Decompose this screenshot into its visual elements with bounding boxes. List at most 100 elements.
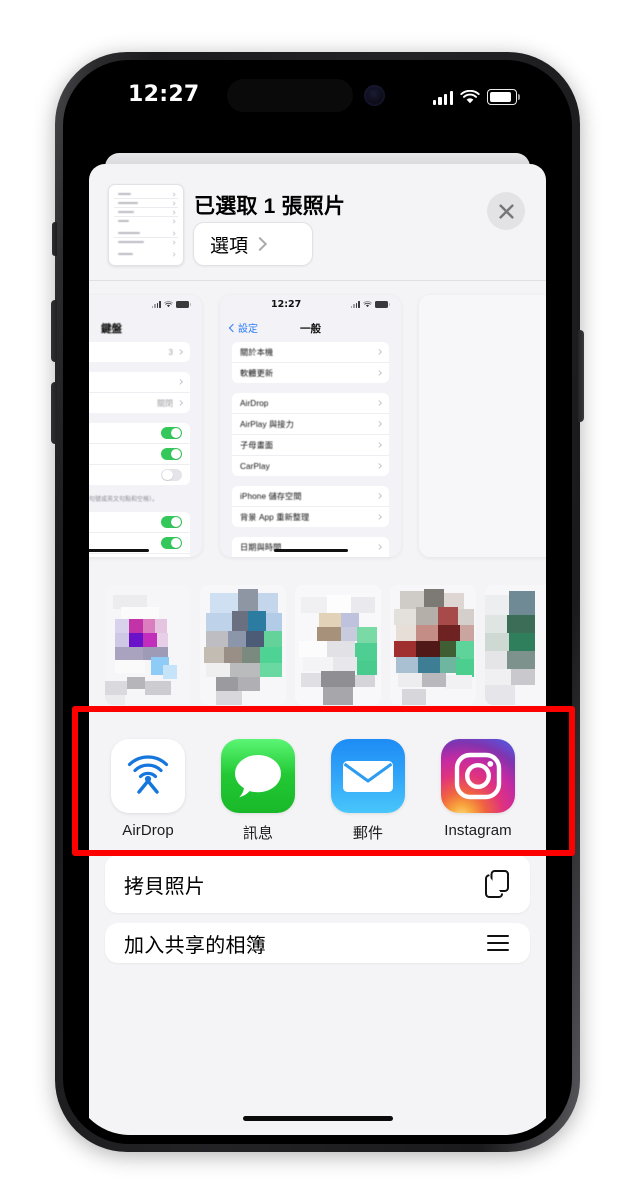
list-item: CarPlay (232, 456, 389, 476)
page-title: 已選取 1 張照片 (194, 195, 346, 218)
list-item (89, 444, 190, 465)
chevron-right-icon (375, 543, 382, 551)
action-label: 加入共享的相簿 (124, 934, 267, 957)
action-shared-album[interactable]: 加入共享的相簿 (105, 923, 530, 963)
preview-nav-bar: 鍵盤 (89, 316, 202, 342)
thumbnail-5[interactable] (485, 585, 546, 705)
share-targets-row[interactable]: AirDrop 訊息 郵件 Instagram (89, 719, 546, 875)
toggle-switch[interactable] (161, 426, 182, 440)
list-item: 子母畫面 (232, 435, 389, 456)
volume-up-button[interactable] (51, 300, 57, 362)
instagram-icon (441, 739, 515, 813)
thumbnail-3[interactable] (295, 585, 381, 705)
dynamic-island (227, 79, 353, 112)
action-card: 拷貝照片 (105, 855, 530, 913)
list-item-label: 軟體更新 (240, 369, 274, 378)
status-bar: 12:27 (72, 69, 563, 123)
preview-card-right[interactable] (419, 295, 546, 557)
share-target-label: AirDrop (122, 822, 174, 839)
status-bar-indicators (432, 85, 521, 105)
power-button[interactable] (578, 330, 584, 422)
toggle-switch[interactable] (161, 515, 182, 529)
mail-icon (331, 739, 405, 813)
list-item-value: 關閉 (157, 398, 173, 408)
status-bar-time: 12:27 (128, 82, 200, 107)
thumbnail-2[interactable] (200, 585, 286, 705)
mute-switch[interactable] (52, 222, 57, 256)
chevron-right-icon (375, 399, 382, 407)
photo-thumbnail[interactable] (108, 184, 184, 266)
list-item-label: AirDrop (240, 398, 269, 408)
list-item: AirDrop (232, 393, 389, 414)
share-target-label: Instagram (444, 822, 512, 839)
preview-carousel[interactable]: 鍵盤 3 盤關閉 符號 將輸入句號（中文句號或英文句點和空格） (89, 281, 546, 571)
wifi-icon (363, 301, 372, 308)
home-indicator (89, 548, 149, 552)
list-item-label: 背景 App 重新整理 (240, 513, 310, 522)
share-target-airdrop[interactable]: AirDrop (111, 739, 185, 839)
preview-status-time: 12:27 (271, 299, 302, 310)
list-item (89, 372, 190, 393)
chevron-right-icon (375, 420, 382, 428)
home-indicator (273, 548, 348, 552)
toggle-switch[interactable] (161, 468, 182, 482)
chevron-right-icon (375, 513, 382, 521)
options-button-label: 選項 (210, 235, 249, 257)
chevron-right-icon (176, 348, 183, 356)
settings-group: AirDrop AirPlay 與接力 子母畫面 CarPlay (232, 393, 389, 476)
cellular-signal-icon (432, 90, 453, 105)
preview-status-bar (89, 295, 202, 316)
settings-group: 盤關閉 (89, 372, 190, 413)
share-target-mail[interactable]: 郵件 (331, 739, 405, 843)
volume-down-button[interactable] (51, 382, 57, 444)
share-target-instagram[interactable]: Instagram (441, 739, 515, 839)
thumbnail-4[interactable] (390, 585, 476, 705)
list-item-label: 關於本機 (240, 348, 274, 357)
share-sheet-header: 已選取 1 張照片 選項 (89, 164, 546, 281)
list-item-label: CarPlay (240, 461, 270, 471)
action-list: 拷貝照片 加入共享的相簿 (89, 855, 546, 973)
wifi-icon (164, 301, 173, 308)
settings-group: 符號 (89, 423, 190, 485)
battery-icon (487, 89, 521, 105)
list-item (89, 465, 190, 485)
settings-group: 日期與時間 鍵盤 遊戲控制器 字體 語言與地區 (232, 537, 389, 557)
list-item: 軟體更新 (232, 363, 389, 383)
chevron-right-icon (375, 348, 382, 356)
home-indicator[interactable] (242, 1116, 393, 1121)
close-button[interactable] (487, 192, 525, 230)
battery-icon (176, 301, 191, 308)
chevron-right-icon (176, 399, 183, 407)
cellular-signal-icon (350, 301, 360, 308)
list-item-label: AirPlay 與接力 (240, 420, 294, 429)
list-item (89, 512, 190, 533)
battery-icon (375, 301, 390, 308)
list-item: 符號 (89, 423, 190, 444)
settings-group: 3 (89, 342, 190, 362)
action-copy-photo[interactable]: 拷貝照片 (105, 855, 530, 913)
list-item: 關於本機 (232, 342, 389, 363)
list-item-label: iPhone 儲存空間 (240, 492, 302, 501)
options-button[interactable]: 選項 (193, 222, 313, 266)
action-card-clipped: 加入共享的相簿 (105, 923, 530, 963)
list-item (89, 554, 190, 557)
preview-card-center[interactable]: 12:27 設定 一般 關於本機 軟體更新 AirDrop AirPlay 與接… (220, 295, 401, 557)
toggle-switch[interactable] (161, 536, 182, 550)
chevron-right-icon (375, 462, 382, 470)
thumbnail-1[interactable] (105, 585, 191, 705)
preview-status-bar: 12:27 (220, 295, 401, 316)
list-item: 背景 App 重新整理 (232, 507, 389, 527)
chevron-right-icon (375, 441, 382, 449)
thumbnail-strip[interactable] (89, 571, 546, 719)
chevron-right-icon (375, 492, 382, 500)
action-label: 拷貝照片 (124, 875, 206, 898)
settings-group-footer: 將輸入句號（中文句號或英文句點和空格）。 (89, 497, 159, 503)
toggle-switch[interactable] (161, 447, 182, 461)
front-camera-icon (364, 85, 385, 106)
share-target-label: 訊息 (242, 825, 274, 842)
preview-card-left[interactable]: 鍵盤 3 盤關閉 符號 將輸入句號（中文句號或英文句點和空格） (89, 295, 202, 557)
share-target-messages[interactable]: 訊息 (221, 739, 295, 843)
list-item: AirPlay 與接力 (232, 414, 389, 435)
preview-settings-body: 3 盤關閉 符號 將輸入句號（中文句號或英文句點和空格）。 號 (89, 342, 202, 557)
wifi-icon (460, 90, 480, 104)
